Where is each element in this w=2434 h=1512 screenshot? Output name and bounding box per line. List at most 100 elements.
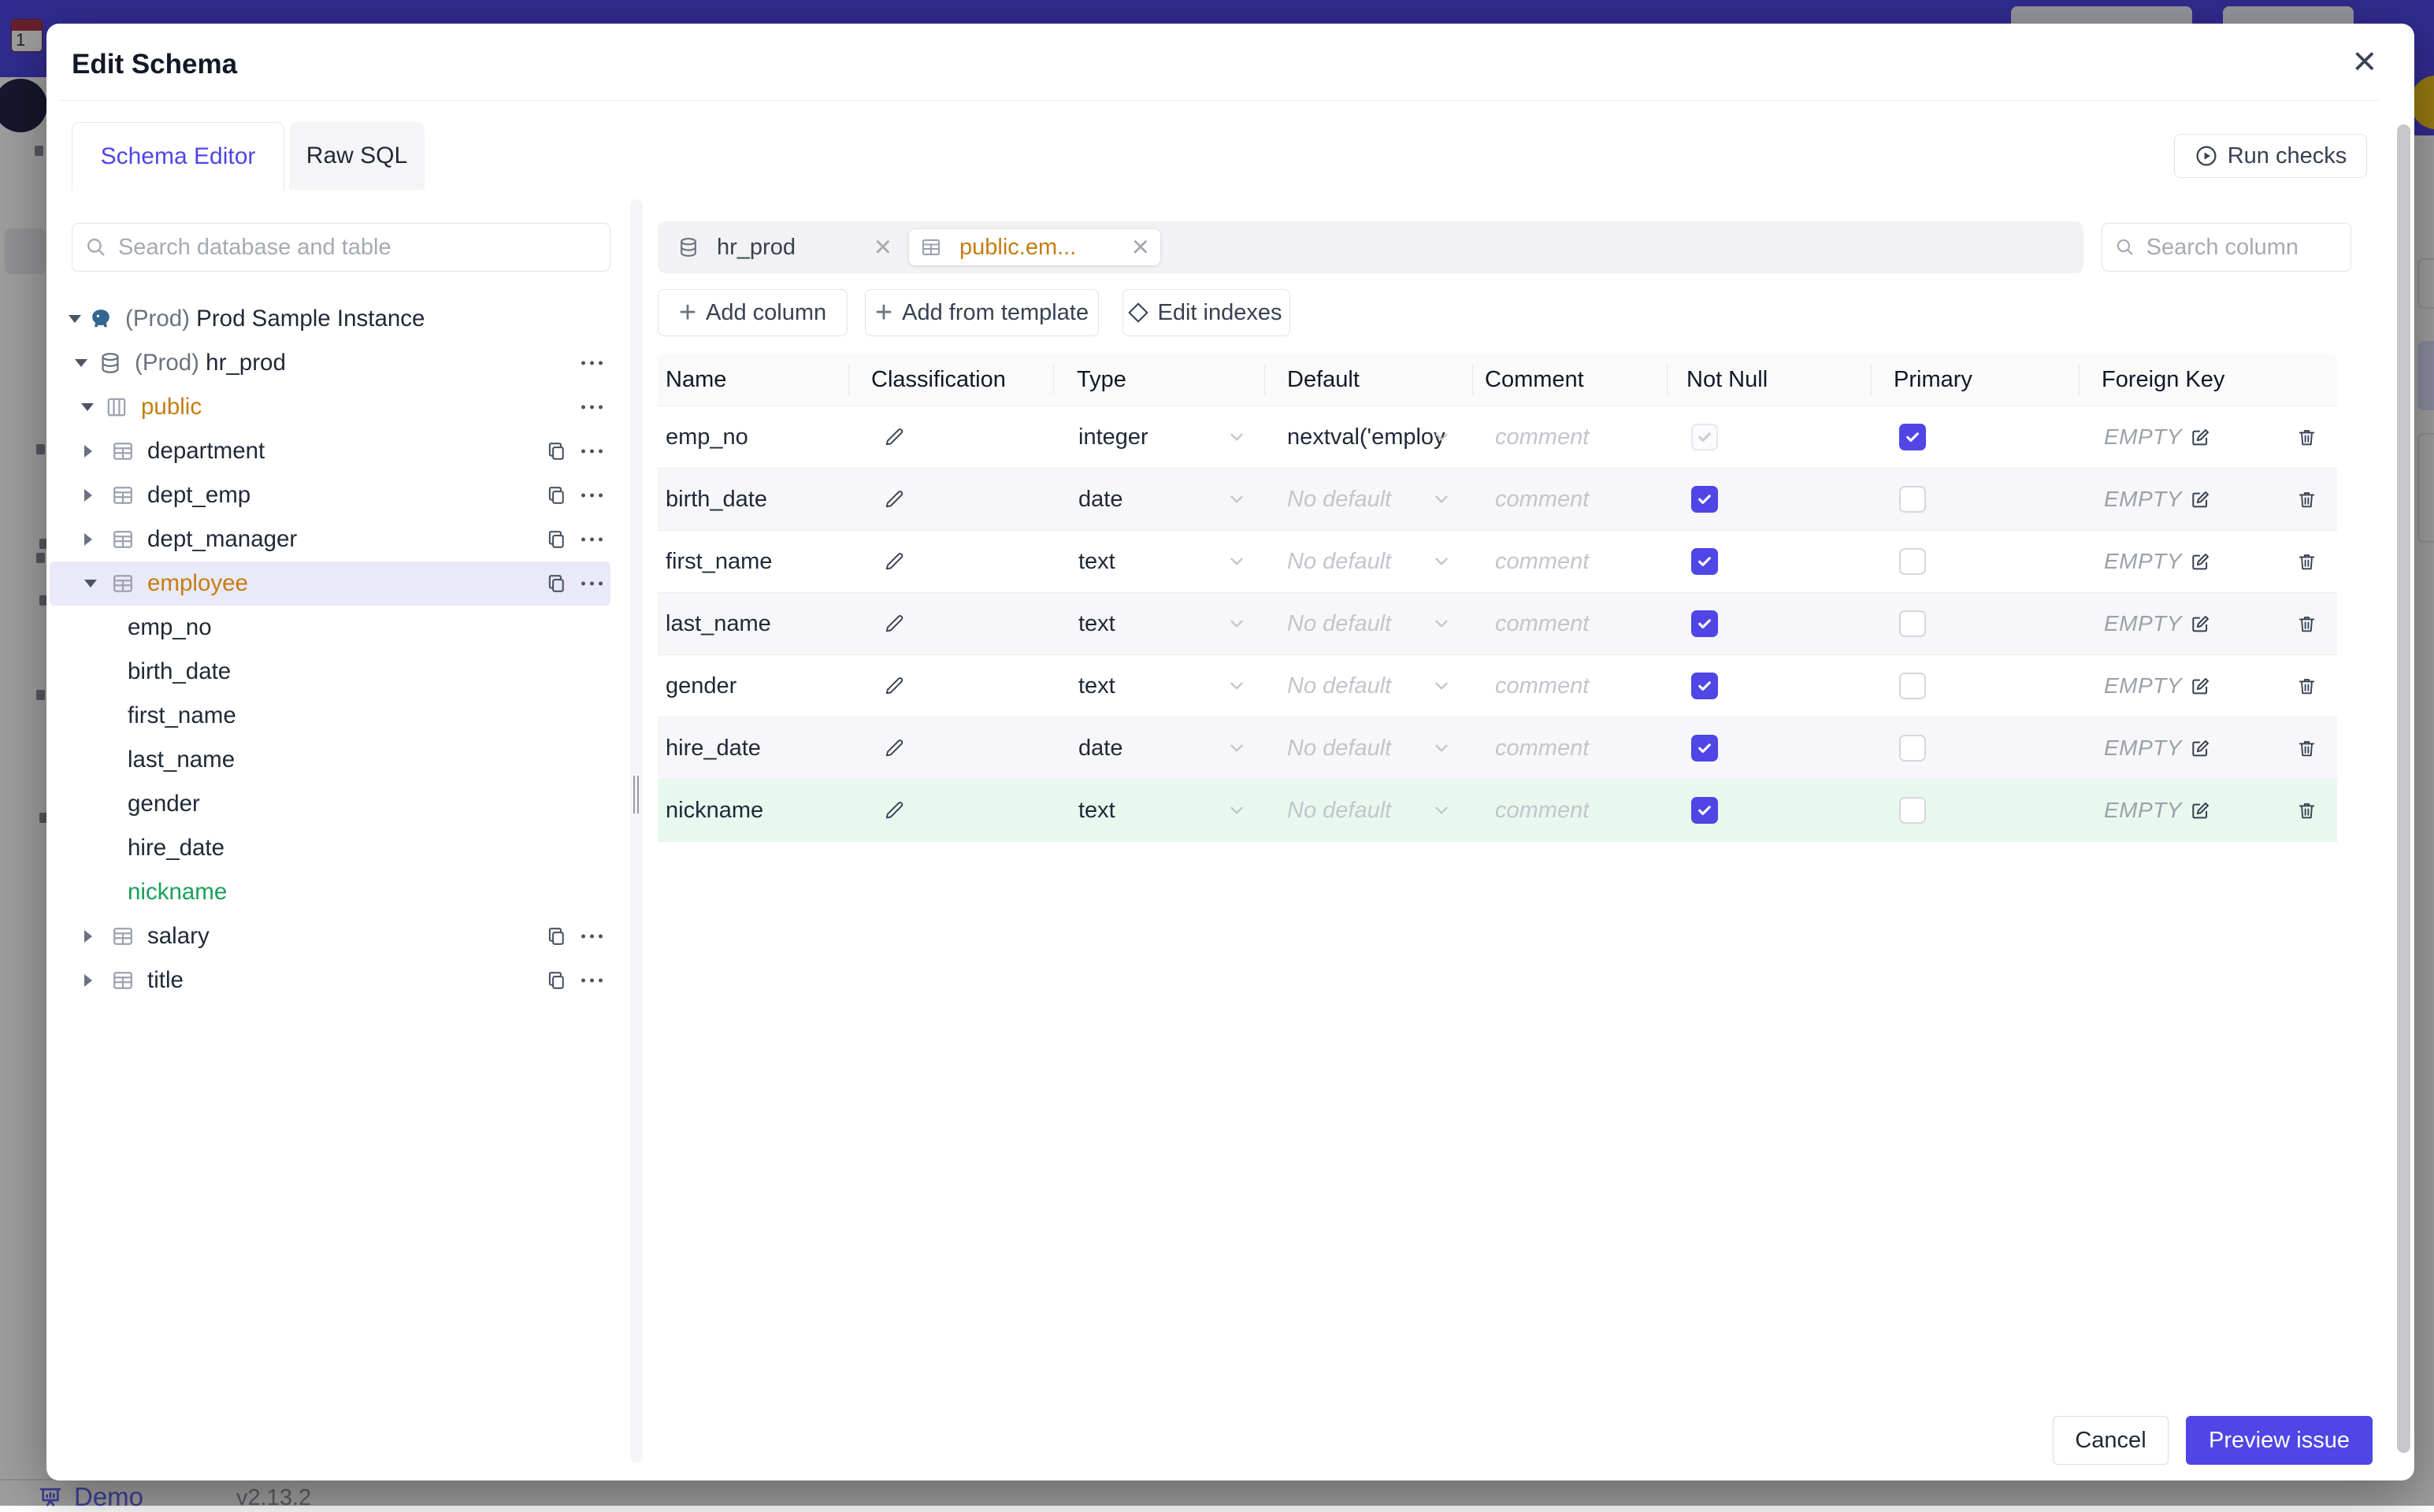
column-comment-input[interactable]: comment (1495, 798, 1589, 824)
copy-icon[interactable] (546, 573, 568, 595)
delete-column-icon[interactable] (2296, 738, 2317, 759)
edit-foreign-key-icon[interactable] (2190, 613, 2211, 635)
column-type[interactable]: date (1078, 487, 1122, 513)
delete-column-icon[interactable] (2296, 489, 2317, 510)
column-default[interactable]: No default (1287, 798, 1391, 824)
edit-classification-icon[interactable] (883, 676, 904, 697)
column-search-input[interactable] (2144, 233, 2338, 261)
edit-indexes-button[interactable]: Edit indexes (1122, 289, 1290, 336)
delete-column-icon[interactable] (2296, 551, 2317, 573)
column-type[interactable]: text (1078, 673, 1115, 699)
column-comment-input[interactable]: comment (1495, 549, 1589, 575)
not-null-checkbox[interactable] (1691, 486, 1718, 513)
chevron-down-icon[interactable] (1226, 676, 1247, 696)
tree-item-title[interactable]: title (50, 958, 610, 1002)
chevron-down-icon[interactable] (81, 403, 94, 411)
tree-item-public[interactable]: public (50, 385, 610, 429)
delete-column-icon[interactable] (2296, 613, 2317, 635)
chevron-down-icon[interactable] (1431, 489, 1452, 510)
copy-icon[interactable] (546, 969, 568, 991)
modal-scrollbar[interactable] (2397, 124, 2410, 1453)
column-type[interactable]: text (1078, 611, 1115, 637)
copy-icon[interactable] (546, 440, 568, 462)
primary-checkbox[interactable] (1899, 797, 1926, 824)
column-comment-input[interactable]: comment (1495, 424, 1589, 450)
chevron-down-icon[interactable] (1226, 800, 1247, 821)
not-null-checkbox[interactable] (1691, 424, 1718, 450)
tree-item-department[interactable]: department (50, 429, 610, 473)
column-default[interactable]: No default (1287, 736, 1391, 762)
tree-item-employee[interactable]: employee (50, 561, 610, 606)
not-null-checkbox[interactable] (1691, 735, 1718, 762)
not-null-checkbox[interactable] (1691, 610, 1718, 637)
chevron-down-icon[interactable] (69, 315, 81, 323)
panel-resizer[interactable] (630, 199, 643, 1463)
more-actions-icon[interactable] (579, 581, 605, 586)
not-null-checkbox[interactable] (1691, 673, 1718, 699)
primary-checkbox[interactable] (1899, 673, 1926, 699)
column-type[interactable]: text (1078, 798, 1115, 824)
more-actions-icon[interactable] (579, 405, 605, 410)
chevron-down-icon[interactable] (1226, 738, 1247, 758)
edit-classification-icon[interactable] (883, 738, 904, 759)
tree-item-dept_emp[interactable]: dept_emp (50, 473, 610, 517)
chevron-down-icon[interactable] (84, 580, 97, 587)
not-null-checkbox[interactable] (1691, 548, 1718, 575)
close-chip-icon[interactable]: × (1132, 232, 1149, 262)
column-name[interactable]: birth_date (666, 487, 767, 513)
copy-icon[interactable] (546, 528, 568, 550)
edit-foreign-key-icon[interactable] (2190, 427, 2211, 448)
column-default[interactable]: No default (1287, 673, 1391, 699)
edit-foreign-key-icon[interactable] (2190, 800, 2211, 821)
tab-schema-editor[interactable]: Schema Editor (72, 122, 284, 191)
edit-classification-icon[interactable] (883, 489, 904, 510)
tree-column-birth_date[interactable]: birth_date (50, 650, 610, 694)
chevron-down-icon[interactable] (1226, 489, 1247, 510)
delete-column-icon[interactable] (2296, 676, 2317, 697)
column-comment-input[interactable]: comment (1495, 487, 1589, 513)
tree-item-salary[interactable]: salary (50, 914, 610, 958)
primary-checkbox[interactable] (1899, 610, 1926, 637)
column-default[interactable]: No default (1287, 487, 1391, 513)
tree-column-emp_no[interactable]: emp_no (50, 606, 610, 650)
edit-classification-icon[interactable] (883, 551, 904, 573)
tree-column-first_name[interactable]: first_name (50, 694, 610, 738)
chevron-right-icon[interactable] (84, 930, 92, 943)
tree-column-nickname[interactable]: nickname (50, 870, 610, 914)
primary-checkbox[interactable] (1899, 424, 1926, 450)
preview-issue-button[interactable]: Preview issue (2186, 1416, 2373, 1465)
tree-item-dept_manager[interactable]: dept_manager (50, 517, 610, 561)
chevron-down-icon[interactable] (75, 359, 87, 367)
edit-classification-icon[interactable] (883, 427, 904, 448)
column-comment-input[interactable]: comment (1495, 673, 1589, 699)
chevron-right-icon[interactable] (84, 445, 92, 458)
add-column-button[interactable]: + Add column (658, 289, 848, 336)
column-name[interactable]: first_name (666, 549, 772, 575)
add-from-template-button[interactable]: + Add from template (865, 289, 1099, 336)
tab-chip-public-employee[interactable]: public.em... × (909, 229, 1160, 265)
copy-icon[interactable] (546, 484, 568, 506)
primary-checkbox[interactable] (1899, 548, 1926, 575)
cancel-button[interactable]: Cancel (2053, 1416, 2169, 1465)
close-chip-icon[interactable]: × (874, 232, 892, 262)
chevron-down-icon[interactable] (1431, 800, 1452, 821)
run-checks-button[interactable]: Run checks (2174, 134, 2367, 178)
more-actions-icon[interactable] (579, 449, 605, 454)
primary-checkbox[interactable] (1899, 486, 1926, 513)
edit-foreign-key-icon[interactable] (2190, 489, 2211, 510)
delete-column-icon[interactable] (2296, 427, 2317, 448)
chevron-down-icon[interactable] (1431, 551, 1452, 572)
tree-column-hire_date[interactable]: hire_date (50, 826, 610, 870)
tab-raw-sql[interactable]: Raw SQL (289, 122, 425, 190)
chevron-right-icon[interactable] (84, 974, 92, 987)
column-comment-input[interactable]: comment (1495, 736, 1589, 762)
chevron-down-icon[interactable] (1431, 427, 1452, 447)
chevron-down-icon[interactable] (1431, 738, 1452, 758)
more-actions-icon[interactable] (579, 978, 605, 983)
chevron-down-icon[interactable] (1226, 551, 1247, 572)
database-search-input[interactable] (116, 233, 597, 261)
column-type[interactable]: integer (1078, 424, 1148, 450)
tree-item-Prod Sample Instance[interactable]: (Prod) Prod Sample Instance (50, 297, 610, 341)
column-name[interactable]: gender (666, 673, 737, 699)
tab-chip-hr-prod[interactable]: hr_prod × (666, 229, 903, 265)
